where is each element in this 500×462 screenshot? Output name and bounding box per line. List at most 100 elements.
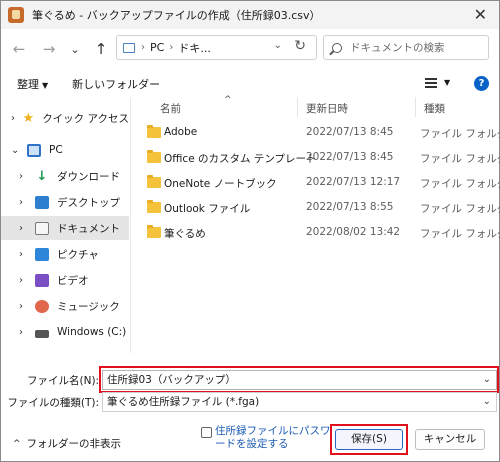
chevron-right-icon[interactable]: › [11, 113, 17, 124]
pictures-icon [35, 247, 49, 261]
chevron-right-icon[interactable]: › [19, 275, 29, 286]
refresh-icon[interactable]: ↻ [294, 38, 306, 54]
pc-icon [123, 42, 135, 53]
file-type: ファイル フォルダー [420, 203, 500, 215]
password-option-label[interactable]: 住所録ファイルにパスワードを設定する [215, 425, 331, 451]
sidebar-item-label: ドキュメント [57, 222, 120, 235]
sidebar-item-label: Windows (C:) [57, 326, 127, 338]
file-row[interactable]: 筆ぐるめ 2022/08/02 13:42 ファイル フォルダー [131, 220, 500, 245]
navigation-row: ← → ⌄ ↑ › PC › ドキ... ⌄ ↻ ドキュメントの検索 [1, 31, 499, 67]
sidebar-item-pictures[interactable]: › ピクチャ [1, 242, 129, 266]
music-icon [35, 299, 49, 313]
folder-icon [147, 125, 161, 138]
breadcrumb-separator: › [141, 42, 145, 53]
cancel-button[interactable]: キャンセル [415, 429, 485, 450]
sidebar-item-desktop[interactable]: › デスクトップ [1, 190, 129, 214]
hide-folders-label: フォルダーの非表示 [26, 438, 122, 450]
pc-icon [27, 143, 41, 157]
search-input[interactable]: ドキュメントの検索 [350, 40, 445, 55]
address-dropdown-chevron-icon[interactable]: ⌄ [274, 40, 282, 51]
chevron-down-icon[interactable]: ⌄ [11, 145, 21, 156]
sidebar-item-label: デスクトップ [57, 196, 120, 209]
filetype-value: 筆ぐるめ住所録ファイル (*.fga) [107, 396, 260, 408]
videos-icon [35, 273, 49, 287]
sort-ascending-icon: ^ [224, 95, 232, 105]
column-divider[interactable] [415, 97, 416, 117]
help-icon[interactable]: ? [474, 76, 489, 91]
recent-locations-chevron-icon[interactable]: ⌄ [63, 43, 87, 56]
organize-button[interactable]: 整理 ▼ [17, 76, 48, 92]
file-type: ファイル フォルダー [420, 228, 500, 240]
drive-icon [35, 330, 49, 338]
navigation-pane: › ★ クイック アクセス ⌄ PC › ↓ ダウンロード › デスクトップ ›… [1, 98, 129, 353]
search-icon [332, 42, 342, 53]
sidebar-item-label: ピクチャ [57, 248, 99, 261]
file-date: 2022/07/13 8:45 [306, 151, 394, 163]
forward-arrow-icon[interactable]: → [37, 40, 61, 58]
caret-up-icon: ^ [13, 438, 21, 449]
folder-icon [147, 175, 161, 188]
sidebar-item-videos[interactable]: › ビデオ [1, 268, 129, 292]
organize-label: 整理 [17, 78, 39, 91]
sidebar-item-label: ビデオ [57, 274, 89, 287]
folder-icon [147, 200, 161, 213]
column-header-name[interactable]: 名前 [160, 101, 181, 116]
filename-highlight-frame [99, 366, 499, 393]
save-highlight-frame [330, 424, 408, 455]
view-options-icon[interactable] [425, 78, 437, 88]
file-row[interactable]: Office のカスタム テンプレート 2022/07/13 8:45 ファイル… [131, 145, 500, 170]
file-name: Office のカスタム テンプレート [164, 153, 317, 165]
sidebar-item-documents[interactable]: › ドキュメント [1, 216, 129, 240]
save-form: ファイル名(N): 住所録03（バックアップ） ⌄ ファイルの種類(T): 筆ぐ… [1, 353, 499, 461]
chevron-right-icon[interactable]: › [19, 223, 29, 234]
new-folder-button[interactable]: 新しいフォルダー [72, 76, 160, 92]
column-header-type[interactable]: 種類 [424, 101, 445, 116]
sidebar-item-pc[interactable]: ⌄ PC [1, 138, 129, 162]
chevron-right-icon[interactable]: › [19, 197, 29, 208]
chevron-right-icon[interactable]: › [19, 301, 29, 312]
address-bar[interactable]: › PC › ドキ... ⌄ ↻ [116, 35, 317, 60]
breadcrumb-pc[interactable]: PC [150, 41, 164, 54]
chevron-right-icon[interactable]: › [19, 249, 29, 260]
desktop-icon [35, 195, 49, 209]
filename-label: ファイル名(N): [27, 375, 100, 387]
breadcrumb-documents[interactable]: ドキ... [178, 40, 211, 56]
chevron-down-icon[interactable]: ⌄ [483, 393, 491, 411]
column-divider[interactable] [297, 97, 298, 117]
password-checkbox[interactable] [201, 427, 212, 438]
back-arrow-icon[interactable]: ← [7, 40, 31, 58]
close-icon[interactable]: ✕ [474, 5, 487, 24]
file-row[interactable]: Adobe 2022/07/13 8:45 ファイル フォルダー [131, 120, 500, 145]
file-name: Adobe [164, 126, 198, 138]
breadcrumb-separator: › [169, 42, 174, 53]
sidebar-item-downloads[interactable]: › ↓ ダウンロード [1, 164, 129, 188]
sidebar-item-music[interactable]: › ミュージック [1, 294, 129, 318]
file-row[interactable]: Outlook ファイル 2022/07/13 8:55 ファイル フォルダー [131, 195, 500, 220]
documents-icon [35, 221, 49, 235]
file-date: 2022/07/13 8:55 [306, 201, 394, 213]
search-box[interactable]: ドキュメントの検索 [323, 35, 489, 60]
file-type: ファイル フォルダー [420, 128, 500, 140]
sidebar-item-label: ミュージック [57, 300, 120, 313]
caret-down-icon[interactable]: ▼ [444, 78, 450, 87]
window-title: 筆ぐるめ - バックアップファイルの作成（住所録03.csv） [32, 9, 321, 22]
star-icon: ★ [22, 110, 35, 126]
sidebar-item-label: ダウンロード [57, 170, 120, 183]
sidebar-item-label: クイック アクセス [42, 112, 129, 125]
chevron-right-icon[interactable]: › [19, 171, 29, 182]
sidebar-item-label: PC [49, 144, 63, 156]
caret-down-icon: ▼ [42, 81, 49, 90]
file-row[interactable]: OneNote ノートブック 2022/07/13 12:17 ファイル フォル… [131, 170, 500, 195]
fudegurume-app-icon [8, 7, 24, 23]
file-name: 筆ぐるめ [164, 228, 206, 240]
up-arrow-icon[interactable]: ↑ [89, 40, 113, 58]
column-header-date[interactable]: 更新日時 [306, 101, 348, 116]
file-name: Outlook ファイル [164, 203, 251, 215]
chevron-right-icon[interactable]: › [19, 327, 29, 338]
file-type: ファイル フォルダー [420, 178, 500, 190]
filetype-select[interactable]: 筆ぐるめ住所録ファイル (*.fga) ⌄ [102, 392, 497, 412]
sidebar-item-quick-access[interactable]: › ★ クイック アクセス [1, 106, 129, 130]
sidebar-item-windows-drive[interactable]: › Windows (C:) [1, 320, 129, 344]
hide-folders-button[interactable]: ^ フォルダーの非表示 [13, 436, 121, 451]
filetype-label: ファイルの種類(T): [7, 397, 99, 409]
